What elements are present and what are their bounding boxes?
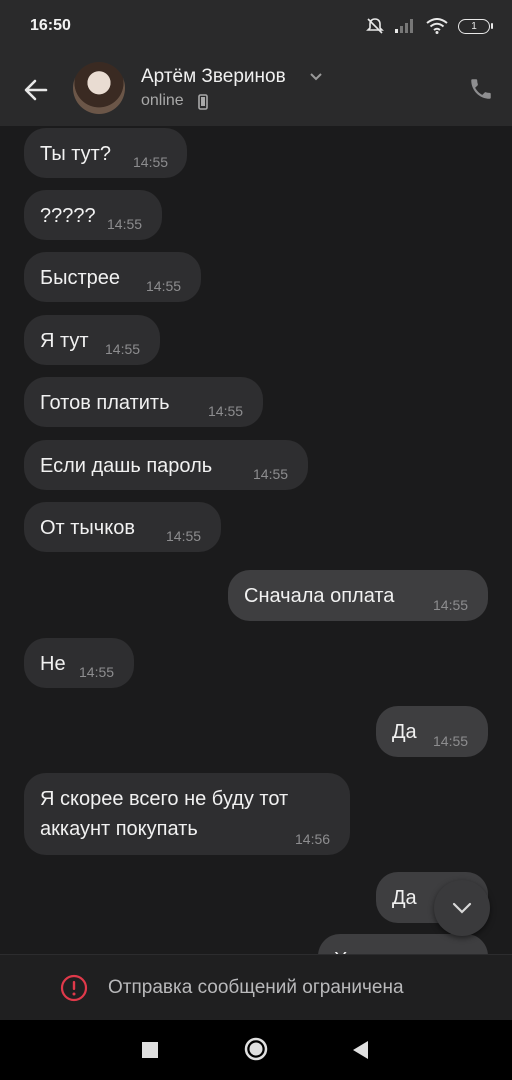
status-time: 16:50 (30, 17, 71, 34)
message-text: Сначала оплата (244, 585, 395, 607)
system-navigation-bar (0, 1020, 512, 1080)
contact-name[interactable]: Артём Зверинов (141, 66, 286, 88)
message-text: Готов платить (40, 392, 170, 414)
message-time: 14:55 (79, 664, 115, 680)
wifi-icon (426, 18, 448, 34)
avatar[interactable] (73, 62, 125, 114)
signal-icon (395, 19, 413, 33)
message-list[interactable]: Ты тут? 14:55 ????? 14:55 Быстрее 14:55 … (0, 126, 512, 954)
message-text: Быстрее (40, 267, 121, 289)
message-text: Х (334, 945, 347, 954)
message-time: 14:55 (208, 403, 244, 419)
message-time: 14:55 (133, 154, 169, 170)
chevron-down-icon[interactable] (309, 72, 323, 82)
message-bubble[interactable]: Ты тут? 14:55 (24, 128, 187, 178)
alert-circle-icon (60, 974, 88, 1002)
mobile-device-icon (198, 94, 208, 110)
message-bubble[interactable]: Быстрее 14:55 (24, 252, 201, 302)
message-bubble[interactable]: Не 14:55 (24, 638, 134, 688)
home-button[interactable] (243, 1036, 269, 1062)
message-bubble-outgoing[interactable]: Да 14:55 (376, 706, 488, 757)
status-bar: 16:50 1 (0, 0, 512, 52)
message-bubble[interactable]: Готов платить 14:55 (24, 377, 263, 427)
mute-bell-icon (366, 18, 384, 34)
battery-icon: 1 (458, 18, 493, 34)
message-bubble[interactable]: Я скорее всего не буду тот аккаунт покуп… (24, 773, 350, 855)
message-text: ????? (40, 205, 96, 227)
message-text: Да (392, 887, 417, 909)
back-button[interactable] (350, 1039, 370, 1061)
message-bubble-outgoing[interactable]: Х (318, 934, 488, 954)
chat-header: Артём Зверинов online (0, 52, 512, 126)
recent-apps-button[interactable] (140, 1040, 160, 1060)
message-text: От тычков (40, 517, 135, 539)
restricted-text: Отправка сообщений ограничена (108, 977, 404, 998)
message-time: 14:55 (433, 597, 469, 613)
message-text: Не (40, 653, 66, 675)
message-bubble-outgoing[interactable]: Сначала оплата 14:55 (228, 570, 488, 621)
message-time: 14:55 (166, 528, 202, 544)
message-time: 14:56 (295, 831, 331, 847)
message-text: Если дашь пароль (40, 455, 213, 477)
message-text: Ты тут? (40, 143, 111, 165)
message-bubble[interactable]: Если дашь пароль 14:55 (24, 440, 308, 490)
phone-icon[interactable] (468, 76, 494, 102)
message-text: Да (392, 721, 417, 743)
message-time: 14:55 (105, 341, 141, 357)
message-bubble[interactable]: От тычков 14:55 (24, 502, 221, 552)
back-arrow-icon[interactable] (22, 76, 50, 104)
status-icons: 1 (366, 17, 493, 35)
message-time: 14:55 (107, 216, 143, 232)
message-text: Я тут (40, 330, 89, 352)
scroll-to-bottom-button[interactable] (434, 880, 490, 936)
message-bubble[interactable]: ????? 14:55 (24, 190, 162, 240)
message-text: Я скорее всего не буду тот аккаунт покуп… (40, 788, 289, 840)
message-time: 14:55 (433, 733, 469, 749)
messaging-restricted-notice: Отправка сообщений ограничена (0, 954, 512, 1021)
message-time: 14:55 (146, 278, 182, 294)
contact-status: online (141, 92, 184, 109)
chevron-down-icon (452, 902, 472, 914)
message-bubble[interactable]: Я тут 14:55 (24, 315, 160, 365)
message-time: 14:55 (253, 466, 289, 482)
